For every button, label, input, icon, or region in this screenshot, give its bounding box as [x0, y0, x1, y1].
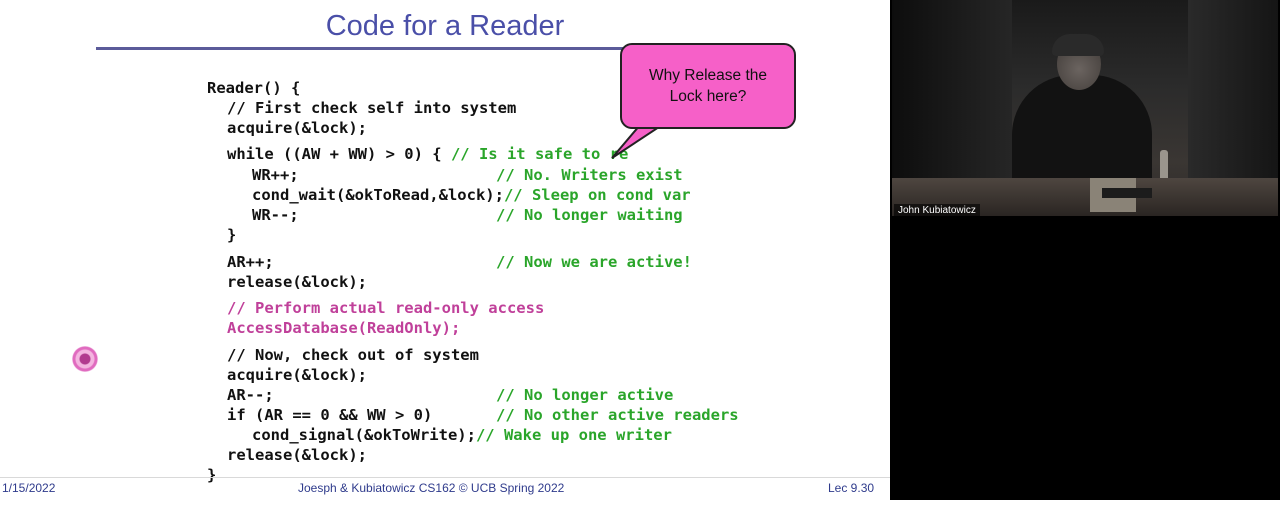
video-panel: John Kubiatowicz [890, 0, 1280, 500]
laptop [1102, 188, 1152, 198]
footer-date: 1/15/2022 [2, 481, 56, 495]
footer-lecture: Lec 9.30 [828, 481, 875, 495]
speaker-video[interactable]: John Kubiatowicz [892, 0, 1278, 216]
code-line: } [151, 445, 216, 505]
callout-bubble: Why Release the Lock here? [620, 43, 796, 129]
callout-line: Lock here? [669, 88, 747, 105]
speaker-cap [1052, 34, 1104, 56]
code-segment: } [207, 466, 217, 484]
code-comment: // No longer waiting [496, 206, 683, 224]
code-comment: // Now we are active! [496, 253, 692, 271]
code-segment: release(&lock); [227, 446, 367, 464]
slide: Code for a Reader Reader() { // First ch… [0, 0, 890, 500]
laser-pointer-icon [72, 346, 98, 372]
footer-divider [0, 477, 890, 478]
footer-course: Joesph & Kubiatowicz CS162 © UCB Spring … [298, 481, 565, 495]
code-comment: // Wake up one writer [475, 426, 672, 444]
callout-line: Why Release the [648, 67, 768, 84]
speaker-name-tag: John Kubiatowicz [894, 204, 980, 216]
code-segment: WR--; [252, 206, 299, 224]
